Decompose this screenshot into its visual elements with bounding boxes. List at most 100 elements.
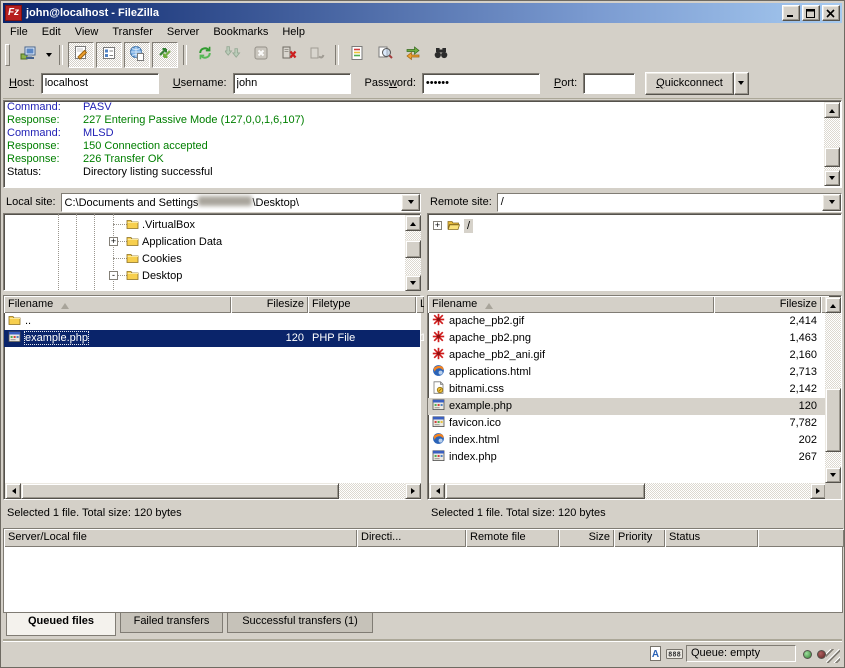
port-input[interactable]	[584, 74, 634, 93]
title-bar[interactable]: Fz john@localhost - FileZilla	[3, 3, 842, 23]
remote-site-dropdown-icon[interactable]	[822, 194, 841, 211]
tab-failed-transfers[interactable]: Failed transfers	[120, 613, 223, 633]
local-site-dropdown-icon[interactable]	[401, 194, 420, 211]
expand-icon[interactable]: +	[109, 237, 118, 246]
log-line: Status:Directory listing successful	[4, 166, 841, 179]
queue-column-filler[interactable]	[758, 529, 844, 547]
cancel-button[interactable]	[248, 42, 274, 68]
scroll-right-button[interactable]	[810, 483, 826, 499]
scrollbar-thumb[interactable]	[824, 147, 840, 167]
menu-file[interactable]: File	[3, 24, 35, 40]
site-manager-button[interactable]	[15, 42, 41, 68]
remote-site-combo[interactable]: /	[497, 193, 842, 212]
local-site-combo[interactable]: C:\Documents and Settings\Desktop\	[61, 193, 421, 212]
tab-successful-transfers-1-[interactable]: Successful transfers (1)	[227, 613, 373, 633]
transfer-queue[interactable]: Server/Local fileDirecti...Remote fileSi…	[3, 528, 843, 613]
scroll-up-button[interactable]	[825, 297, 841, 313]
scrollbar-thumb[interactable]	[21, 483, 339, 499]
menu-transfer[interactable]: Transfer	[105, 24, 160, 40]
menu-edit[interactable]: Edit	[35, 24, 68, 40]
scroll-up-button[interactable]	[824, 102, 840, 118]
file-row-example-php[interactable]: example.php120	[428, 398, 825, 415]
find-files-button[interactable]	[428, 42, 454, 68]
toggle-remote-tree-button[interactable]	[124, 42, 150, 68]
remote-file-list[interactable]: FilenameFilesizeapache_pb2.gif2,414apach…	[427, 295, 842, 500]
tree-item-desktop[interactable]: Desktop	[126, 267, 182, 284]
reconnect-button[interactable]	[304, 42, 330, 68]
toggle-message-log-button[interactable]	[68, 42, 94, 68]
compare-button[interactable]	[372, 42, 398, 68]
tree-item-application-data[interactable]: Application Data	[126, 233, 222, 250]
file-row-apache-pb2-gif[interactable]: apache_pb2.gif2,414	[428, 313, 825, 330]
column-header-filesize[interactable]: Filesize	[231, 296, 308, 313]
column-header-l[interactable]: L	[416, 296, 424, 313]
port-field-wrap	[583, 73, 635, 94]
scroll-down-button[interactable]	[405, 275, 421, 291]
menu-server[interactable]: Server	[160, 24, 206, 40]
filter-button[interactable]	[344, 42, 370, 68]
file-row-applications-html[interactable]: applications.html2,713	[428, 364, 825, 381]
disconnect-button[interactable]	[276, 42, 302, 68]
toggle-local-tree-button[interactable]	[96, 42, 122, 68]
sync-browse-button[interactable]	[400, 42, 426, 68]
minimize-button[interactable]	[782, 5, 800, 21]
tree-item-root[interactable]: /	[447, 217, 473, 234]
quickconnect-dropdown-button[interactable]	[734, 72, 749, 95]
expand-icon[interactable]: +	[433, 221, 442, 230]
scrollbar-thumb[interactable]	[445, 483, 645, 499]
scroll-down-button[interactable]	[824, 170, 840, 186]
menu-help[interactable]: Help	[275, 24, 312, 40]
scroll-up-button[interactable]	[405, 215, 421, 231]
folder-icon	[126, 268, 139, 284]
tree-item--virtualbox[interactable]: .VirtualBox	[126, 216, 195, 233]
quickconnect-button[interactable]: Quickconnect	[645, 72, 734, 95]
queue-column-size[interactable]: Size	[559, 529, 614, 547]
password-input[interactable]	[423, 74, 539, 93]
menu-view[interactable]: View	[68, 24, 106, 40]
toggle-queue-button[interactable]	[152, 42, 178, 68]
resize-grip[interactable]	[826, 649, 840, 663]
tree-item-cookies[interactable]: Cookies	[126, 250, 182, 267]
menu-bookmarks[interactable]: Bookmarks	[206, 24, 275, 40]
username-input[interactable]	[234, 74, 350, 93]
process-queue-button[interactable]	[220, 42, 246, 68]
host-input[interactable]	[42, 74, 158, 93]
maximize-button[interactable]	[802, 5, 820, 21]
scroll-left-button[interactable]	[5, 483, 21, 499]
refresh-button[interactable]	[192, 42, 218, 68]
scroll-left-button[interactable]	[429, 483, 445, 499]
scrollbar-thumb[interactable]	[405, 240, 421, 258]
local-file-list[interactable]: FilenameFilesizeFiletypeL..example.php12…	[3, 295, 421, 500]
column-header-filesize[interactable]: Filesize	[714, 296, 821, 313]
scroll-down-button[interactable]	[825, 467, 841, 483]
scrollbar-thumb[interactable]	[825, 388, 841, 452]
file-row--[interactable]: ..	[4, 313, 420, 330]
queue-column-priority[interactable]: Priority	[614, 529, 665, 547]
collapse-icon[interactable]: -	[109, 271, 118, 280]
username-label: Username:	[173, 77, 227, 89]
site-manager-dropdown-button[interactable]	[42, 44, 55, 66]
queue-column-status[interactable]: Status	[665, 529, 758, 547]
local-status-text: Selected 1 file. Total size: 120 bytes	[3, 503, 421, 523]
close-button[interactable]	[822, 5, 840, 21]
remote-directory-tree[interactable]: +/	[427, 213, 842, 291]
file-row-example-php[interactable]: example.php120PHP File1	[4, 330, 420, 347]
host-field-wrap	[41, 73, 159, 94]
column-header-filename[interactable]: Filename	[4, 296, 231, 313]
filezilla-logo-icon: Fz	[5, 5, 22, 21]
file-row-bitnami-css[interactable]: bitnami.css2,142	[428, 381, 825, 398]
queue-column-remote-file[interactable]: Remote file	[466, 529, 559, 547]
file-row-index-html[interactable]: index.html202	[428, 432, 825, 449]
queue-column-directi-[interactable]: Directi...	[357, 529, 466, 547]
scroll-right-button[interactable]	[405, 483, 421, 499]
local-directory-tree[interactable]: .VirtualBox + Application DataCookies-Desk…	[3, 213, 421, 291]
column-header-filename[interactable]: Filename	[428, 296, 714, 313]
file-row-apache-pb2-ani-gif[interactable]: apache_pb2_ani.gif2,160	[428, 347, 825, 364]
toolbar-grip[interactable]	[5, 44, 10, 66]
file-row-apache-pb2-png[interactable]: apache_pb2.png1,463	[428, 330, 825, 347]
column-header-filetype[interactable]: Filetype	[308, 296, 416, 313]
queue-column-server-local-file[interactable]: Server/Local file	[4, 529, 357, 547]
file-row-favicon-ico[interactable]: favicon.ico7,782	[428, 415, 825, 432]
tab-queued-files[interactable]: Queued files	[6, 613, 116, 636]
file-row-index-php[interactable]: index.php267	[428, 449, 825, 466]
